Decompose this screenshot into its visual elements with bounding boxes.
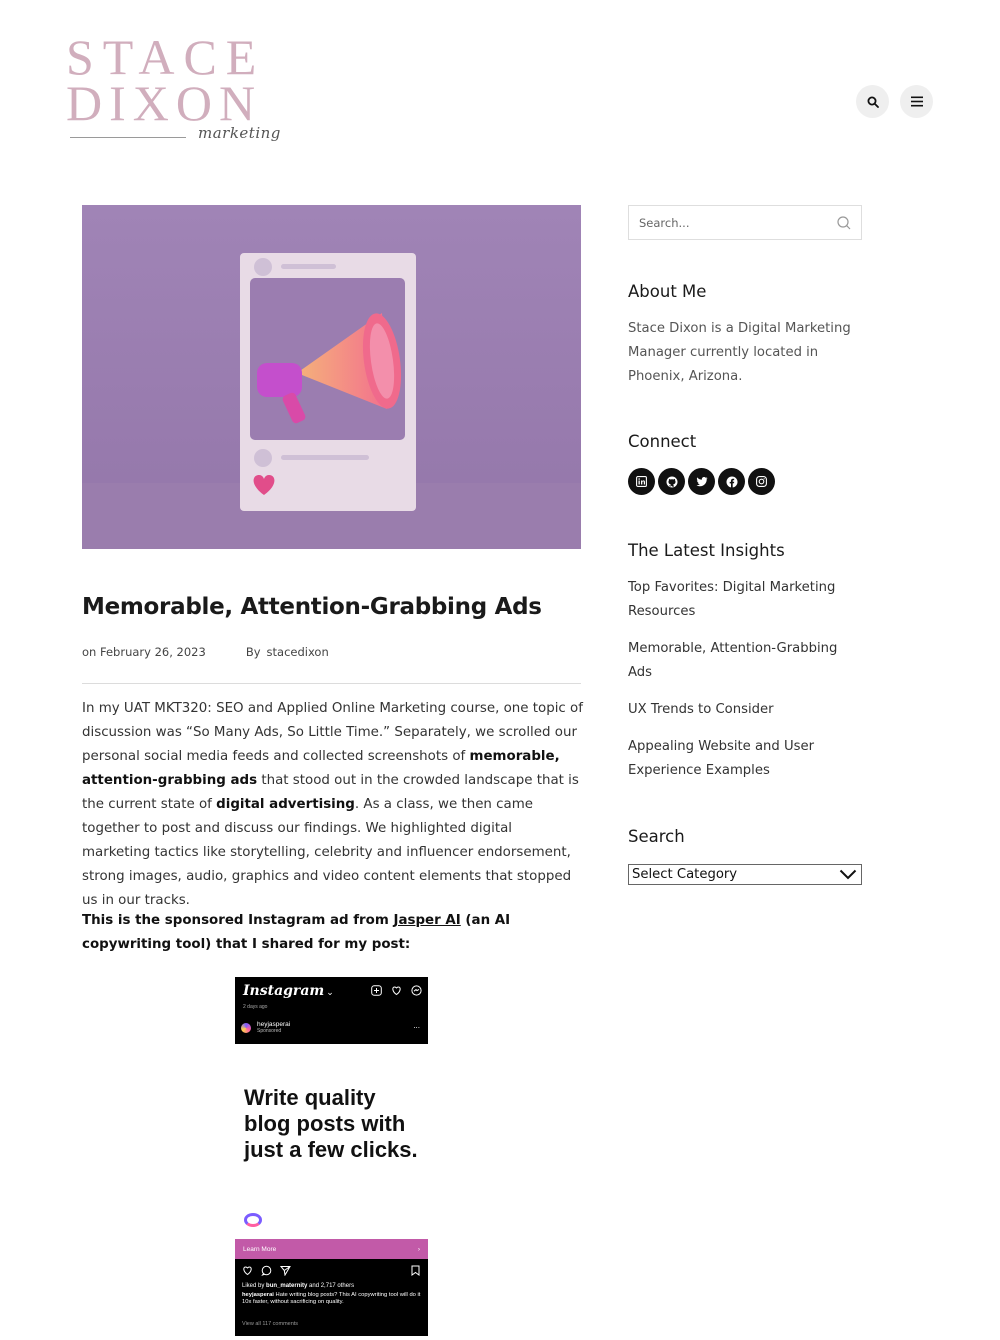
category-select-value: Select Category	[632, 867, 738, 882]
like-icon	[243, 1266, 252, 1276]
post-date: on February 26, 2023	[82, 645, 206, 659]
account-avatar	[241, 1023, 251, 1033]
twitter-icon	[696, 476, 707, 486]
linkedin-link[interactable]	[628, 468, 655, 495]
header-menu-button[interactable]	[900, 85, 933, 118]
bookmark-icon	[411, 1265, 420, 1276]
instagram-footer: Liked by bun_maternity and 2,717 others …	[235, 1259, 428, 1336]
instagram-header: Instagram ⌄ 2 days ago heyjasperai Sponsor…	[235, 977, 428, 1044]
messenger-icon	[411, 985, 422, 996]
logo-line-2: DIXON	[66, 75, 263, 131]
post-lead-paragraph: This is the sponsored Instagram ad from …	[82, 913, 511, 952]
heart-icon	[392, 986, 401, 996]
site-logo[interactable]: STACE DIXON marketing	[66, 29, 281, 146]
facebook-link[interactable]	[718, 468, 745, 495]
instagram-wordmark: Instagram ⌄	[243, 983, 334, 999]
sidebar-search[interactable]	[628, 205, 862, 240]
insight-link[interactable]: UX Trends to Consider	[628, 698, 864, 722]
insights-heading: The Latest Insights	[628, 541, 785, 560]
about-text: Stace Dixon is a Digital Marketing Manag…	[628, 321, 851, 384]
about-heading: About Me	[628, 282, 707, 301]
featured-image	[82, 205, 581, 549]
sidebar-search-input[interactable]	[639, 215, 837, 230]
post-time-ago: 2 days ago	[243, 1004, 268, 1010]
ad-account: heyjasperai Sponsored	[241, 1021, 290, 1035]
instagram-ad-screenshot: Instagram ⌄ 2 days ago heyjasperai Sponsor…	[235, 977, 428, 1336]
insight-link[interactable]: Memorable, Attention-Grabbing Ads	[628, 637, 864, 685]
add-post-icon	[371, 985, 382, 996]
bold-digital-advertising: digital advertising	[216, 797, 355, 812]
post-title: Memorable, Attention-Grabbing Ads	[82, 594, 542, 620]
logo-rule	[70, 137, 186, 138]
ad-cta-label: Learn More	[243, 1245, 277, 1253]
ad-headline: Write quality blog posts with just a few…	[244, 1085, 418, 1162]
instagram-link[interactable]	[748, 468, 775, 495]
chevron-right-icon: ›	[417, 1245, 420, 1253]
post-body-paragraph: In my UAT MKT320: SEO and Applied Online…	[82, 701, 583, 908]
post-divider	[82, 683, 581, 684]
github-link[interactable]	[658, 468, 685, 495]
ad-sponsored-label: Sponsored	[257, 1028, 282, 1034]
ad-cta-bar: Learn More ›	[235, 1239, 428, 1259]
insight-link[interactable]: Top Favorites: Digital Marketing Resourc…	[628, 576, 864, 624]
more-options-icon: ...	[413, 1021, 420, 1030]
share-icon	[280, 1266, 291, 1276]
header-search-button[interactable]	[856, 85, 889, 118]
instagram-icon	[756, 476, 767, 487]
post-by-label: By	[245, 645, 261, 659]
jasper-ai-link[interactable]: Jasper AI	[393, 913, 460, 928]
search-icon	[867, 96, 879, 108]
social-links	[628, 468, 775, 495]
post-author[interactable]: stacedixon	[267, 645, 329, 659]
liked-by: Liked by bun_maternity and 2,717 others	[242, 1283, 355, 1289]
logo-line-1: STACE	[66, 29, 266, 85]
ad-username: heyjasperai	[257, 1021, 291, 1028]
chevron-down-icon	[839, 869, 857, 880]
view-all-comments: View all 117 comments	[242, 1321, 299, 1327]
insight-link[interactable]: Appealing Website and User Experience Ex…	[628, 735, 864, 783]
category-select[interactable]: Select Category	[628, 864, 862, 885]
github-icon	[666, 476, 677, 487]
ad-caption: heyjasperai Hate writing blog posts? Thi…	[242, 1292, 421, 1305]
search-heading: Search	[628, 827, 685, 846]
twitter-link[interactable]	[688, 468, 715, 495]
post-meta: on February 26, 2023 By stacedixon	[82, 645, 335, 659]
jasper-logo-icon	[244, 1213, 262, 1227]
logo-script: marketing	[198, 124, 281, 142]
search-icon[interactable]	[837, 215, 851, 230]
linkedin-icon	[636, 476, 647, 487]
connect-heading: Connect	[628, 432, 697, 451]
insights-list: Top Favorites: Digital Marketing Resourc…	[628, 576, 864, 796]
comment-icon	[261, 1265, 272, 1276]
menu-icon	[910, 96, 923, 107]
facebook-icon	[726, 476, 737, 487]
